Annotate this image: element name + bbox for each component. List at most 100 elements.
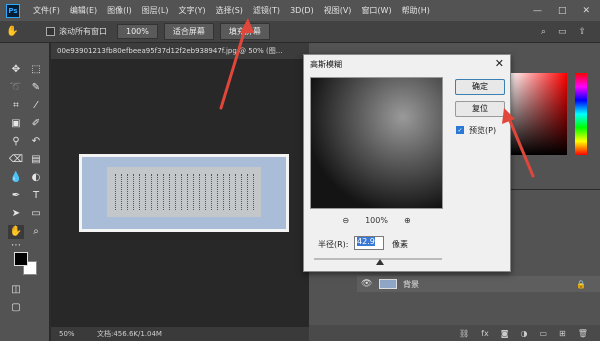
menu-view[interactable]: 视图(V) (319, 5, 357, 16)
document-tab[interactable]: 00e93901213fb80efbeea95f37d12f2eb938947f… (51, 43, 309, 59)
lock-icon[interactable]: 🔒 (576, 280, 586, 289)
delete-layer-icon[interactable]: 🗑 (578, 329, 588, 338)
tools-panel: ✥ ⬚ ➰ ✎ ⌗ ⁄ ▣ ✐ ⚲ ↶ ⌫ ▤ 💧 ◐ ✒ T ➤ ▭ ✋ ⌕ … (0, 43, 50, 341)
menu-edit[interactable]: 编辑(E) (65, 5, 102, 16)
shape-tool-icon[interactable]: ▭ (28, 207, 44, 221)
blur-tool-icon[interactable]: 💧 (8, 171, 24, 185)
calligraphy-column (217, 174, 219, 210)
search-icon[interactable]: ⌕ (541, 27, 546, 37)
screen-mode-icon[interactable]: ▢ (8, 301, 24, 315)
gradient-tool-icon[interactable]: ▤ (28, 153, 44, 167)
fill-screen-button[interactable]: 填充屏幕 (219, 23, 270, 40)
menu-image[interactable]: 图像(I) (102, 5, 137, 16)
calligraphy-column (151, 174, 153, 210)
menu-file[interactable]: 文件(F) (28, 5, 65, 16)
history-brush-tool-icon[interactable]: ↶ (28, 135, 44, 149)
visibility-eye-icon[interactable]: 👁 (361, 279, 375, 289)
calligraphy-column (241, 174, 243, 210)
status-zoom[interactable]: 50% (51, 327, 91, 341)
new-group-icon[interactable]: ▭ (539, 329, 547, 338)
radius-label: 半径(R): (318, 240, 349, 249)
dodge-tool-icon[interactable]: ◐ (28, 171, 44, 185)
calligraphy-column (229, 174, 231, 210)
clone-stamp-tool-icon[interactable]: ⚲ (8, 135, 24, 149)
calligraphy-column (205, 174, 207, 210)
zoom-in-icon[interactable]: ⊕ (404, 216, 411, 225)
new-layer-icon[interactable]: ⊞ (559, 329, 566, 338)
zoom-100-button[interactable]: 100% (117, 24, 158, 39)
scroll-all-windows-checkbox[interactable] (46, 27, 55, 36)
radius-slider-thumb[interactable] (376, 259, 384, 265)
calligraphy-column (253, 174, 255, 210)
dialog-title: 高斯模糊 (310, 60, 342, 69)
layer-row-background[interactable]: 👁 背景 🔒 (357, 276, 600, 292)
marquee-tool-icon[interactable]: ⬚ (28, 63, 44, 77)
foreground-color-swatch[interactable] (14, 252, 28, 266)
preview-checkbox[interactable]: ✓ (456, 126, 464, 134)
calligraphy-column (199, 174, 201, 210)
share-icon[interactable]: ⇪ (578, 27, 586, 37)
workspace-icon[interactable]: ▭ (558, 27, 567, 37)
layer-name: 背景 (403, 279, 419, 289)
close-icon[interactable]: ✕ (495, 57, 504, 70)
lasso-tool-icon[interactable]: ➰ (8, 81, 24, 95)
calligraphy-column (139, 174, 141, 210)
minimize-icon[interactable]: — (533, 6, 542, 16)
canvas-image[interactable] (79, 154, 289, 232)
fx-icon[interactable]: fx (481, 329, 489, 338)
add-mask-icon[interactable]: ◙ (501, 329, 509, 338)
document-window: 00e93901213fb80efbeea95f37d12f2eb938947f… (51, 43, 309, 341)
menu-type[interactable]: 文字(Y) (173, 5, 210, 16)
hand-tool-icon[interactable]: ✋ (8, 225, 24, 239)
layers-footer: ⛓ fx ◙ ◑ ▭ ⊞ 🗑 (309, 325, 600, 341)
eyedropper-tool-icon[interactable]: ⁄ (28, 99, 44, 113)
adjustment-layer-icon[interactable]: ◑ (520, 329, 527, 338)
panel-divider (504, 189, 600, 190)
link-layers-icon[interactable]: ⛓ (459, 329, 469, 338)
zoom-tool-icon[interactable]: ⌕ (28, 225, 44, 239)
eraser-tool-icon[interactable]: ⌫ (8, 153, 24, 167)
brush-tool-icon[interactable]: ✐ (28, 117, 44, 131)
calligraphy-column (157, 174, 159, 210)
crop-tool-icon[interactable]: ⌗ (8, 99, 24, 113)
options-right-icons: ⌕ ▭ ⇪ (541, 27, 600, 37)
gaussian-blur-dialog: 高斯模糊 ✕ ⊖ 100% ⊕ 确定 复位 ✓ 预览(P) 半径(R): 42.… (303, 54, 511, 272)
preview-zoom-controls: ⊖ 100% ⊕ (310, 213, 443, 227)
move-tool-icon[interactable]: ✥ (8, 63, 24, 77)
options-bar: ✋ 滚动所有窗口 100% 适合屏幕 填充屏幕 ⌕ ▭ ⇪ (0, 21, 600, 43)
color-picker-field[interactable] (509, 73, 567, 155)
quick-select-tool-icon[interactable]: ✎ (28, 81, 44, 95)
scroll-all-windows-label: 滚动所有窗口 (59, 27, 107, 36)
healing-brush-tool-icon[interactable]: ▣ (8, 117, 24, 131)
path-select-tool-icon[interactable]: ➤ (8, 207, 24, 221)
zoom-out-icon[interactable]: ⊖ (342, 216, 349, 225)
hand-tool-preset-icon[interactable]: ✋ (6, 26, 24, 37)
radius-unit: 像素 (392, 240, 408, 249)
menu-help[interactable]: 帮助(H) (397, 5, 435, 16)
menu-3d[interactable]: 3D(D) (285, 6, 319, 15)
pen-tool-icon[interactable]: ✒ (8, 189, 24, 203)
calligraphy-column (193, 174, 195, 210)
calligraphy-column (145, 174, 147, 210)
calligraphy-column (121, 174, 123, 210)
type-tool-icon[interactable]: T (28, 189, 44, 203)
blur-preview-area[interactable] (310, 77, 443, 209)
fit-screen-button[interactable]: 适合屏幕 (163, 23, 214, 40)
maximize-icon[interactable]: □ (558, 6, 567, 16)
more-tools-icon[interactable]: ⋯ (8, 239, 24, 253)
close-window-icon[interactable]: ✕ (582, 6, 590, 16)
menu-window[interactable]: 窗口(W) (356, 5, 396, 16)
menu-select[interactable]: 选择(S) (211, 5, 248, 16)
status-bar: 50% 文档:456.6K/1.04M (51, 327, 309, 341)
quick-mask-icon[interactable]: ◫ (8, 283, 24, 297)
menu-layer[interactable]: 图层(L) (137, 5, 174, 16)
layer-thumbnail (379, 279, 397, 289)
menu-filter[interactable]: 滤镜(T) (248, 5, 285, 16)
calligraphy-scroll-image (107, 167, 261, 217)
calligraphy-column (247, 174, 249, 210)
radius-input[interactable]: 42.9 (354, 236, 384, 250)
reset-button[interactable]: 复位 (455, 101, 505, 117)
ok-button[interactable]: 确定 (455, 79, 505, 95)
hue-slider[interactable] (575, 73, 587, 155)
window-controls: — □ ✕ (533, 6, 600, 16)
